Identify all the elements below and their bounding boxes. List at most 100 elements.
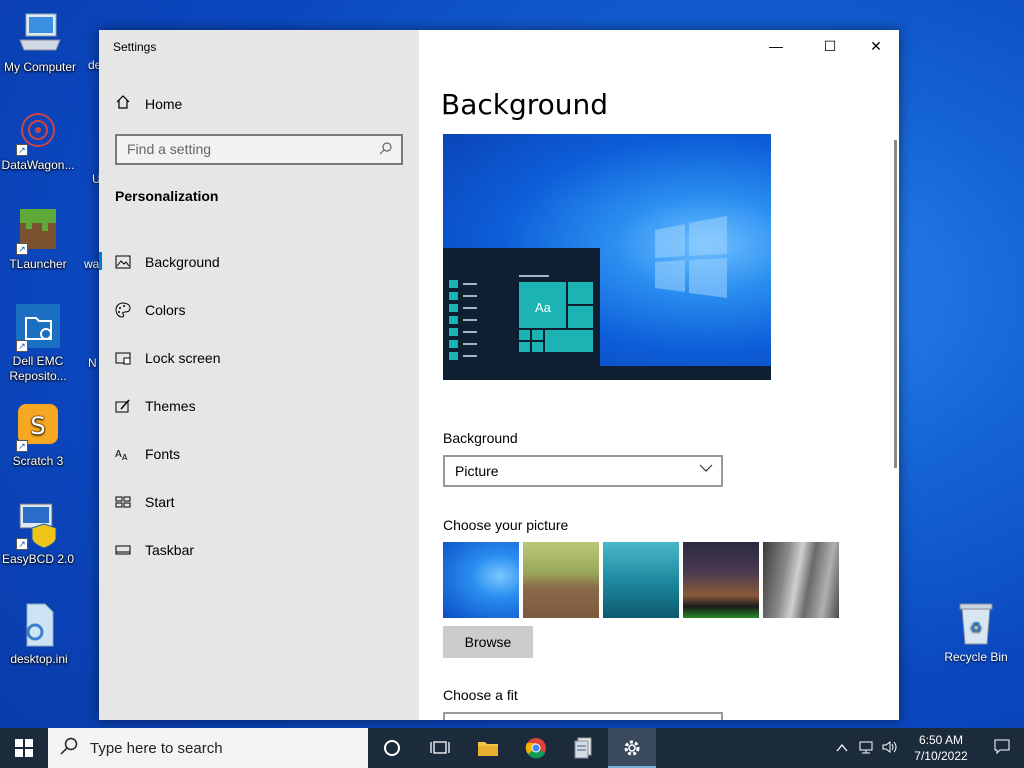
taskbar-search-box[interactable]: Type here to search [48,728,368,768]
thumbnail-night-sky[interactable] [683,542,759,618]
desktop-icon-tlauncher[interactable]: ↗ TLauncher [0,207,76,272]
volume-button[interactable] [878,740,902,757]
desktop-icon-datawagon[interactable]: ↗ DataWagon... [0,108,76,173]
thumbnail-capybaras[interactable] [523,542,599,618]
task-view-button[interactable] [416,728,464,768]
cortana-icon [384,740,400,756]
computer-icon [16,10,64,56]
thumbnail-rock-cliff[interactable] [763,542,839,618]
start-button[interactable] [0,728,48,768]
desktop-icon-dell-emc[interactable]: ↗ Dell EMC Reposito... [0,304,76,384]
close-button[interactable]: ✕ [853,38,899,60]
desktop-icon-label: desktop.ini [10,652,68,666]
content-scrollbar[interactable] [894,140,897,468]
lock-screen-icon [115,350,131,366]
clock-date: 7/10/2022 [914,749,968,763]
home-icon [115,94,131,113]
choose-fit-dropdown[interactable] [443,712,723,720]
choose-fit-label: Choose a fit [443,687,518,703]
nav-item-label: Fonts [145,446,181,462]
network-button[interactable] [854,740,878,757]
window-title: Settings [113,40,157,54]
thumbnail-underwater[interactable] [603,542,679,618]
shortcut-arrow-icon: ↗ [16,243,28,255]
nav-item-label: Lock screen [145,350,221,366]
desktop-icon-desktop-ini[interactable]: desktop.ini [1,602,77,667]
nav-item-label: Taskbar [145,542,195,558]
section-title: Personalization [115,188,219,204]
nav-home[interactable]: Home [115,94,182,113]
search-icon [379,141,393,158]
browse-button[interactable]: Browse [443,626,533,658]
easybcd-icon: ↗ [14,502,62,550]
preview-sample-text: Aa [535,300,551,315]
choose-picture-label: Choose your picture [443,517,569,533]
desktop-icon-label: Scratch 3 [12,454,64,468]
speaker-icon [882,740,897,753]
documents-app-button[interactable] [560,728,608,768]
nav-item-themes[interactable]: Themes [99,382,419,430]
desktop-icon-easybcd[interactable]: ↗ EasyBCD 2.0 [0,502,76,567]
picture-icon [115,254,131,270]
windows-logo-wallpaper-icon [443,216,771,380]
desktop-icon-recycle-bin[interactable]: ♻ Recycle Bin [940,600,1012,664]
svg-text:A: A [115,449,122,460]
notification-icon [994,739,1010,755]
nav-home-label: Home [145,95,183,112]
taskbar-clock[interactable]: 6:50 AM 7/10/2022 [902,732,980,764]
nav-item-label: Colors [145,302,186,318]
settings-window: Settings Home Find a setting Personaliza… [99,30,899,720]
task-view-icon [430,741,450,754]
palette-icon [115,302,131,318]
clock-time: 6:50 AM [918,733,964,747]
settings-file-icon [15,602,63,648]
nav-item-fonts[interactable]: AA Fonts [99,430,419,478]
system-tray: 6:50 AM 7/10/2022 [830,728,1024,768]
svg-text:A: A [122,453,128,462]
maximize-button[interactable]: ☐ [807,38,853,60]
dell-emc-repository-icon: ↗ [14,304,62,352]
show-hidden-icons-button[interactable] [830,741,854,756]
nav-item-label: Start [145,494,175,510]
windows-logo-icon [15,739,33,757]
nav-item-taskbar[interactable]: Taskbar [99,526,419,574]
chevron-up-icon [836,743,848,751]
desktop-icon-label: DataWagon... [1,158,75,172]
nav-item-colors[interactable]: Colors [99,286,419,334]
chrome-button[interactable] [512,728,560,768]
nav-item-background[interactable]: Background [99,238,419,286]
action-center-button[interactable] [980,738,1024,758]
folder-icon [478,742,498,756]
background-type-dropdown[interactable]: Picture [443,455,723,487]
shortcut-arrow-icon: ↗ [16,144,28,156]
search-icon [60,737,78,759]
minimize-button[interactable]: — [753,38,799,60]
documents-icon [574,737,592,759]
find-setting-placeholder: Find a setting [127,141,212,157]
background-preview: Aa [443,134,771,380]
taskbar: Type here to search 6:50 AM 7/10/2022 [0,728,1024,768]
desktop-icon-label: TLauncher [9,257,67,271]
chevron-down-icon [699,461,713,478]
desktop-icon-my-computer[interactable]: My Computer [2,10,78,75]
gear-icon [624,740,640,756]
thumbnail-windows-blue[interactable] [443,542,519,618]
taskbar-icon [115,542,131,558]
themes-icon [115,398,131,414]
nav-item-lock-screen[interactable]: Lock screen [99,334,419,382]
svg-text:♻: ♻ [970,620,983,636]
nav-item-start[interactable]: Start [99,478,419,526]
file-explorer-button[interactable] [464,728,512,768]
find-setting-input[interactable]: Find a setting [115,134,403,165]
network-icon [859,741,873,753]
scratch-icon: S ↗ [14,404,62,452]
settings-taskbar-button[interactable] [608,728,656,768]
background-type-label: Background [443,430,518,446]
nav-item-label: Background [145,254,220,270]
personalization-nav: Background Colors Lock screen Themes A A… [99,238,419,574]
grass-block-icon: ↗ [14,207,62,255]
settings-content: — ☐ ✕ Background Aa Background Picture C… [419,30,899,720]
partial-icon-label: N [88,356,97,370]
desktop-icon-scratch[interactable]: S ↗ Scratch 3 [0,404,76,469]
cortana-button[interactable] [368,728,416,768]
